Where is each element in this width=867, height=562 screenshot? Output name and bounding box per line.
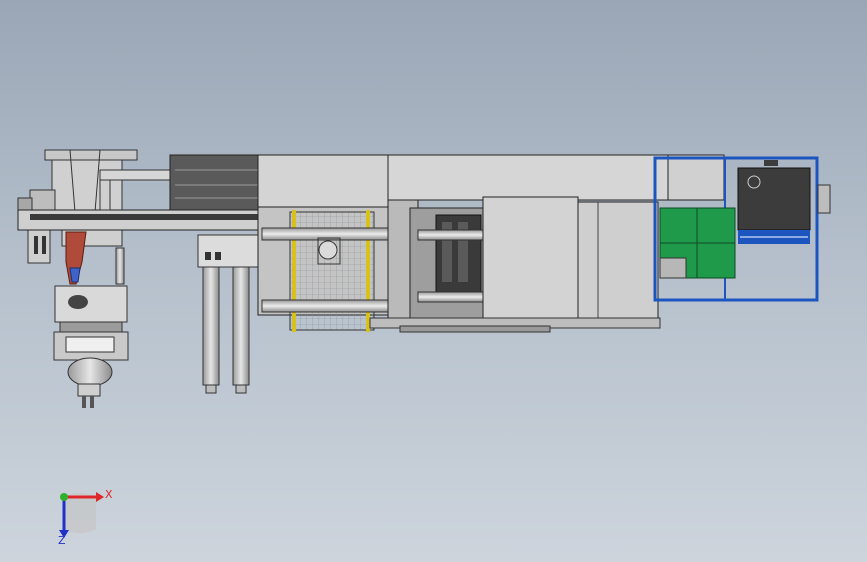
cad-viewport[interactable]: X Z (0, 0, 867, 562)
hydraulic-units (115, 234, 259, 394)
x-axis-label: X (105, 488, 113, 501)
orientation-triad: X Z (58, 488, 113, 547)
z-axis-label: Z (58, 534, 66, 547)
die-casting-cell-drawing: X Z (17, 149, 831, 547)
